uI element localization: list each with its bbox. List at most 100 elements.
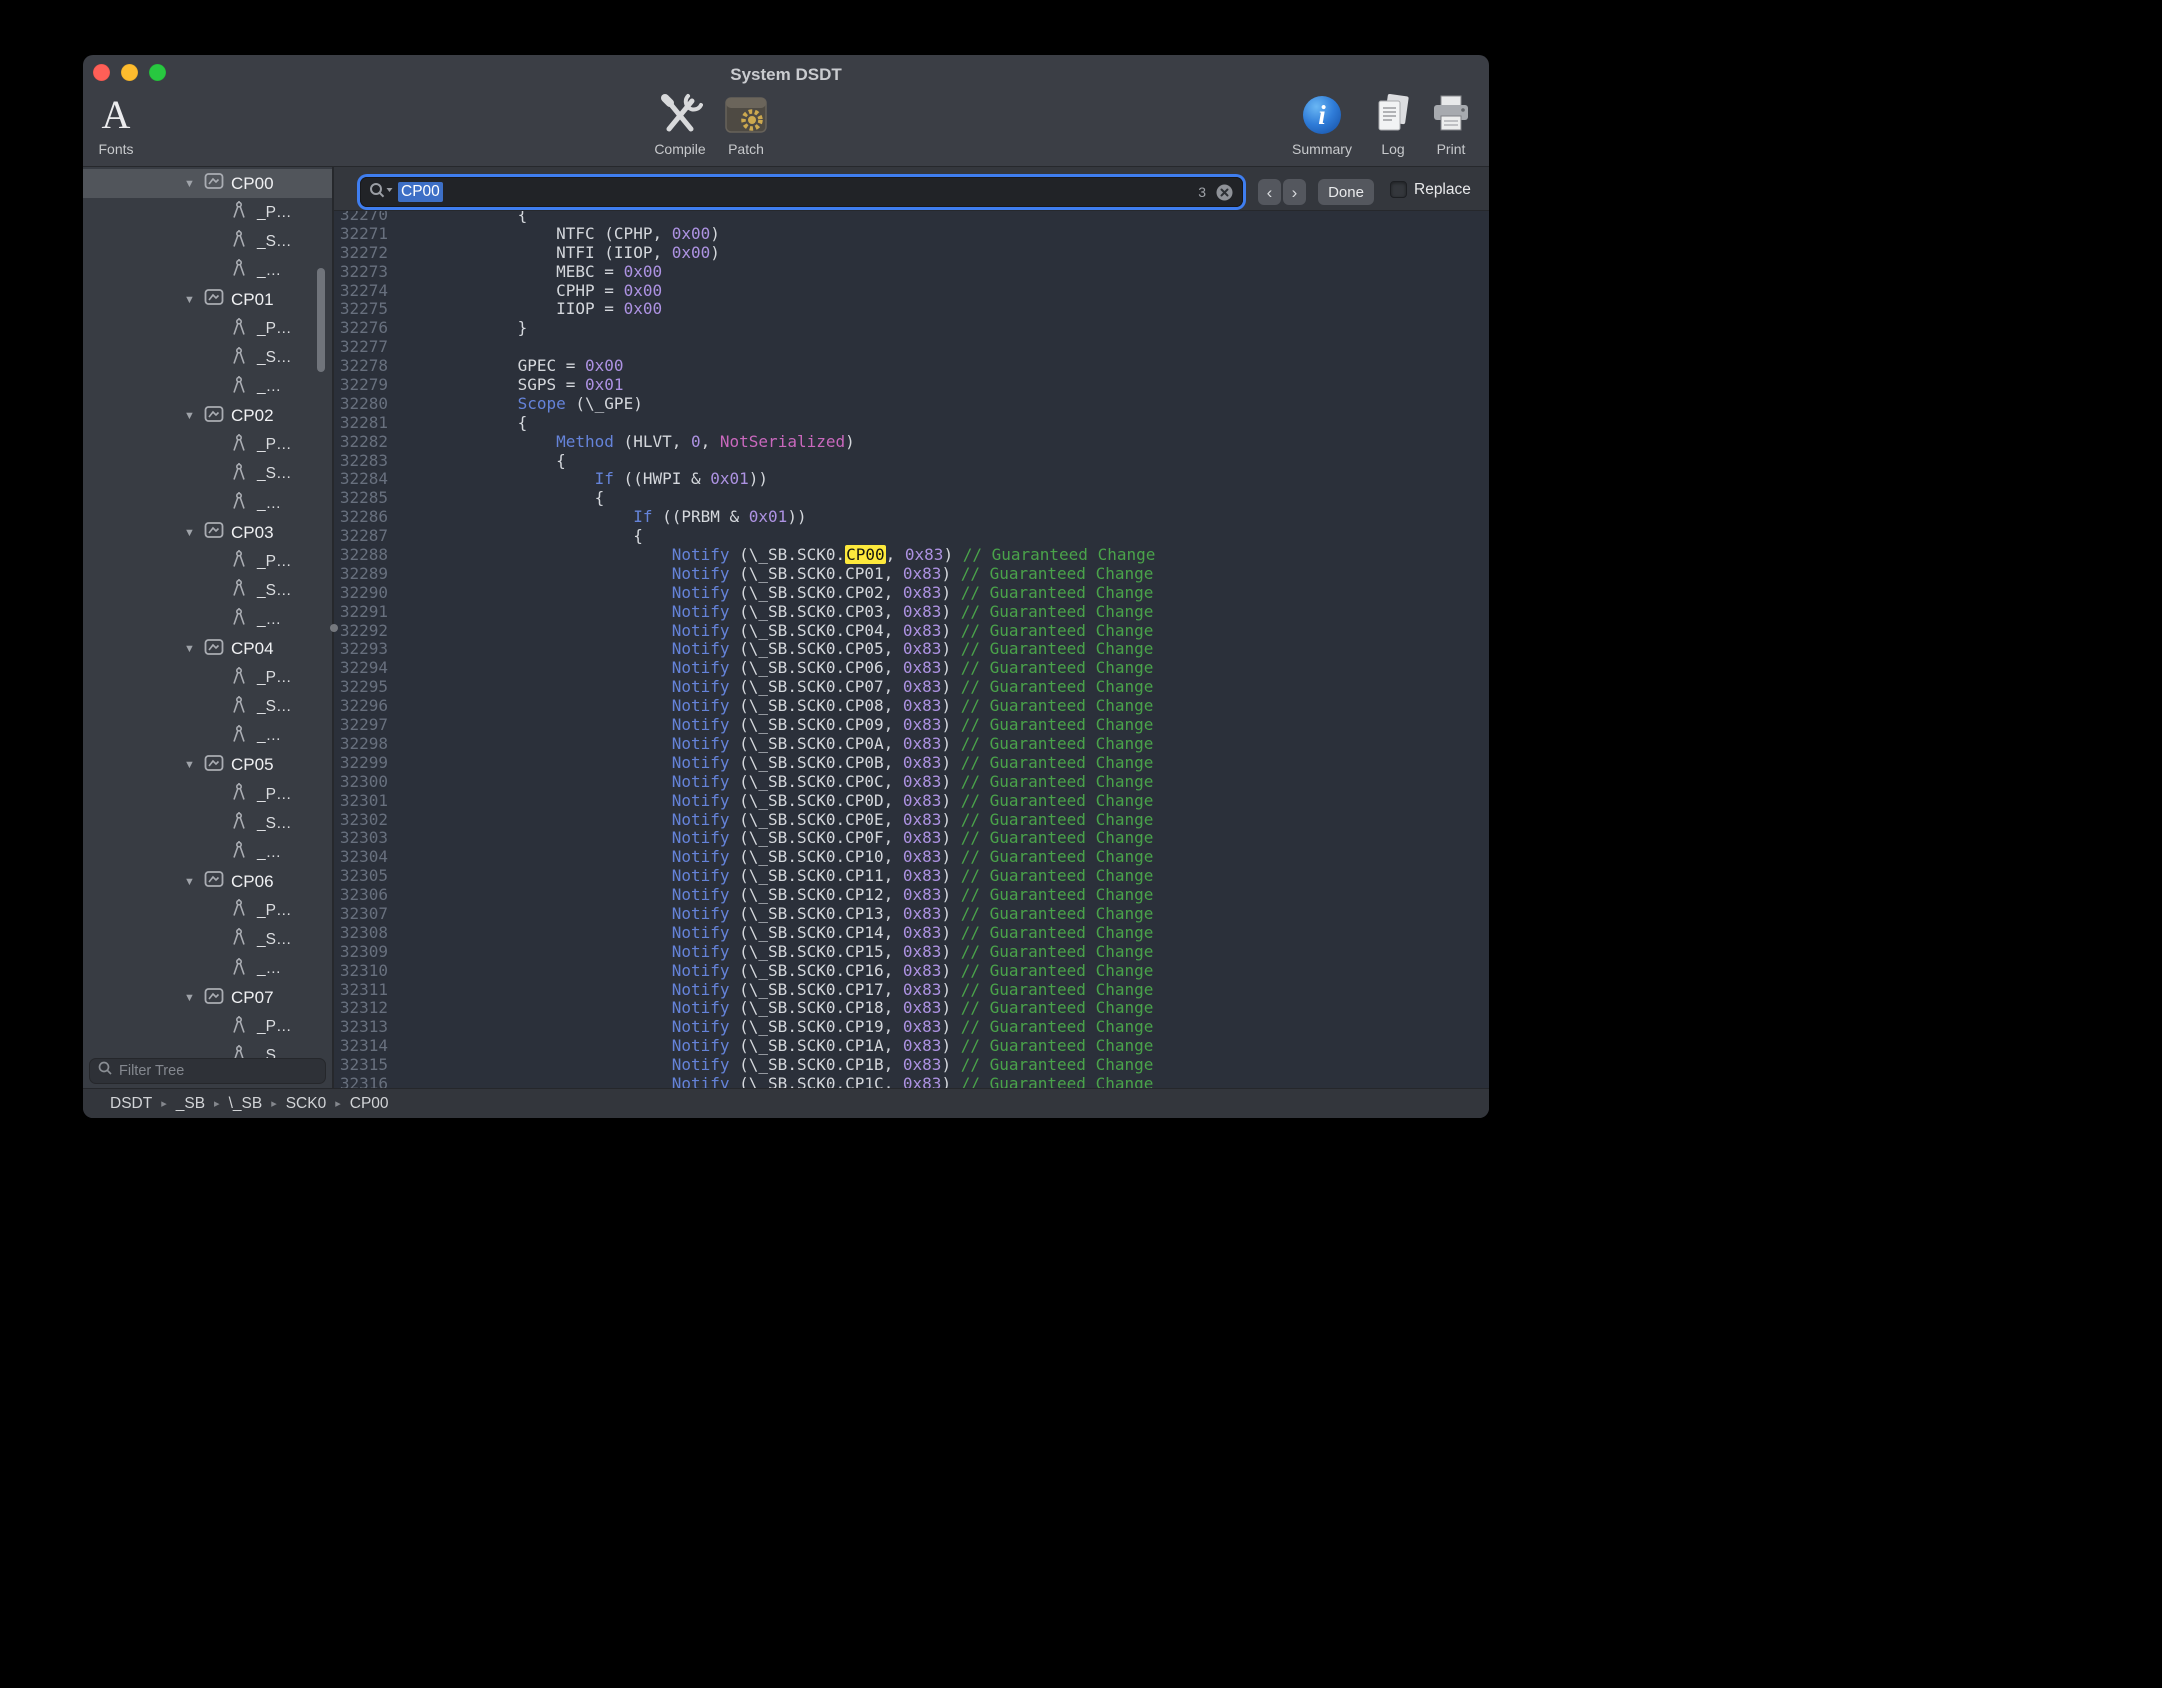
tree-item-cp03[interactable]: ▼CP03 [83, 518, 332, 547]
tree-item-cp07[interactable]: ▼CP07 [83, 984, 332, 1013]
code-line[interactable]: 32302 Notify (\_SB.SCK0.CP0E, 0x83) // G… [334, 811, 1489, 830]
code-line[interactable]: 32298 Notify (\_SB.SCK0.CP0A, 0x83) // G… [334, 735, 1489, 754]
tree-item-cp03-item[interactable]: _… [83, 605, 332, 634]
code-line[interactable]: 32285 { [334, 489, 1489, 508]
tree-item-cp01-p[interactable]: _P… [83, 314, 332, 343]
tree-item-cp04-item[interactable]: _… [83, 722, 332, 751]
breadcrumb-item-dsdt[interactable]: DSDT [110, 1095, 152, 1113]
code-line[interactable]: 32279 SGPS = 0x01 [334, 376, 1489, 395]
code-line[interactable]: 32306 Notify (\_SB.SCK0.CP12, 0x83) // G… [334, 886, 1489, 905]
tree-item-cp06-item[interactable]: _… [83, 955, 332, 984]
code-line[interactable]: 32305 Notify (\_SB.SCK0.CP11, 0x83) // G… [334, 867, 1489, 886]
disclosure-triangle-icon[interactable]: ▼ [182, 410, 197, 422]
code-line[interactable]: 32299 Notify (\_SB.SCK0.CP0B, 0x83) // G… [334, 754, 1489, 773]
disclosure-triangle-icon[interactable]: ▼ [182, 992, 197, 1004]
code-line[interactable]: 32316 Notify (\_SB.SCK0.CP1C, 0x83) // G… [334, 1075, 1489, 1088]
code-line[interactable]: 32303 Notify (\_SB.SCK0.CP0F, 0x83) // G… [334, 829, 1489, 848]
code-line[interactable]: 32278 GPEC = 0x00 [334, 357, 1489, 376]
code-line[interactable]: 32312 Notify (\_SB.SCK0.CP18, 0x83) // G… [334, 999, 1489, 1018]
code-line[interactable]: 32276 } [334, 319, 1489, 338]
code-line[interactable]: 32277 [334, 338, 1489, 357]
filter-tree-field[interactable]: Filter Tree [89, 1058, 326, 1084]
code-line[interactable]: 32314 Notify (\_SB.SCK0.CP1A, 0x83) // G… [334, 1037, 1489, 1056]
tree-item-cp05-item[interactable]: _… [83, 838, 332, 867]
tree-item-cp05-s[interactable]: _S… [83, 809, 332, 838]
code-line[interactable]: 32304 Notify (\_SB.SCK0.CP10, 0x83) // G… [334, 848, 1489, 867]
code-line[interactable]: 32286 If ((PRBM & 0x01)) [334, 508, 1489, 527]
tree-item-cp05-p[interactable]: _P… [83, 780, 332, 809]
breadcrumb-item-sb[interactable]: _SB [176, 1095, 205, 1113]
code-line[interactable]: 32293 Notify (\_SB.SCK0.CP05, 0x83) // G… [334, 640, 1489, 659]
compile-button[interactable]: Compile [644, 91, 716, 157]
code-line[interactable]: 32295 Notify (\_SB.SCK0.CP07, 0x83) // G… [334, 678, 1489, 697]
print-button[interactable]: Print [1415, 91, 1487, 157]
find-next-button[interactable]: › [1283, 179, 1306, 205]
tree-item-cp06-p[interactable]: _P… [83, 896, 332, 925]
tree-item-cp03-s[interactable]: _S… [83, 576, 332, 605]
code-line[interactable]: 32289 Notify (\_SB.SCK0.CP01, 0x83) // G… [334, 565, 1489, 584]
code-line[interactable]: 32313 Notify (\_SB.SCK0.CP19, 0x83) // G… [334, 1018, 1489, 1037]
code-line[interactable]: 32310 Notify (\_SB.SCK0.CP16, 0x83) // G… [334, 962, 1489, 981]
tree-item-cp07-p[interactable]: _P… [83, 1013, 332, 1042]
tree-item-cp02-s[interactable]: _S… [83, 460, 332, 489]
fonts-button[interactable]: A Fonts [83, 91, 152, 157]
code-line[interactable]: 32296 Notify (\_SB.SCK0.CP08, 0x83) // G… [334, 697, 1489, 716]
code-line[interactable]: 32297 Notify (\_SB.SCK0.CP09, 0x83) // G… [334, 716, 1489, 735]
code-line[interactable]: 32270 { [334, 211, 1489, 225]
summary-button[interactable]: i Summary [1286, 91, 1358, 157]
code-line[interactable]: 32292 Notify (\_SB.SCK0.CP04, 0x83) // G… [334, 622, 1489, 641]
code-line[interactable]: 32272 NTFI (IIOP, 0x00) [334, 244, 1489, 263]
clear-search-button[interactable] [1215, 183, 1234, 202]
code-line[interactable]: 32281 { [334, 414, 1489, 433]
breadcrumb-item-sb[interactable]: \_SB [229, 1095, 263, 1113]
code-line[interactable]: 32315 Notify (\_SB.SCK0.CP1B, 0x83) // G… [334, 1056, 1489, 1075]
tree-item-cp03-p[interactable]: _P… [83, 547, 332, 576]
code-line[interactable]: 32307 Notify (\_SB.SCK0.CP13, 0x83) // G… [334, 905, 1489, 924]
disclosure-triangle-icon[interactable]: ▼ [182, 759, 197, 771]
tree-item-cp04-p[interactable]: _P… [83, 664, 332, 693]
tree-item-cp00[interactable]: ▼CP00 [83, 169, 332, 198]
breadcrumb-item-sck0[interactable]: SCK0 [286, 1095, 327, 1113]
tree-item-cp02-item[interactable]: _… [83, 489, 332, 518]
code-line[interactable]: 32273 MEBC = 0x00 [334, 263, 1489, 282]
code-line[interactable]: 32288 Notify (\_SB.SCK0.CP00, 0x83) // G… [334, 546, 1489, 565]
tree-item-cp04-s[interactable]: _S… [83, 693, 332, 722]
code-line[interactable]: 32311 Notify (\_SB.SCK0.CP17, 0x83) // G… [334, 981, 1489, 1000]
code-line[interactable]: 32283 { [334, 452, 1489, 471]
code-line[interactable]: 32290 Notify (\_SB.SCK0.CP02, 0x83) // G… [334, 584, 1489, 603]
code-line[interactable]: 32294 Notify (\_SB.SCK0.CP06, 0x83) // G… [334, 659, 1489, 678]
tree-item-cp06[interactable]: ▼CP06 [83, 867, 332, 896]
sidebar-scrollbar-thumb[interactable] [317, 268, 325, 372]
patch-button[interactable]: Patch [710, 91, 782, 157]
code-line[interactable]: 32284 If ((HWPI & 0x01)) [334, 470, 1489, 489]
tree-item-cp00-item[interactable]: _… [83, 256, 332, 285]
code-line[interactable]: 32271 NTFC (CPHP, 0x00) [334, 225, 1489, 244]
code-line[interactable]: 32300 Notify (\_SB.SCK0.CP0C, 0x83) // G… [334, 773, 1489, 792]
disclosure-triangle-icon[interactable]: ▼ [182, 178, 197, 190]
code-line[interactable]: 32287 { [334, 527, 1489, 546]
tree-item-cp04[interactable]: ▼CP04 [83, 635, 332, 664]
disclosure-triangle-icon[interactable]: ▼ [182, 294, 197, 306]
code-line[interactable]: 32308 Notify (\_SB.SCK0.CP14, 0x83) // G… [334, 924, 1489, 943]
code-editor[interactable]: 32270 {32271 NTFC (CPHP, 0x00)32272 NTFI… [334, 211, 1489, 1088]
code-line[interactable]: 32291 Notify (\_SB.SCK0.CP03, 0x83) // G… [334, 603, 1489, 622]
tree-item-cp01-s[interactable]: _S… [83, 344, 332, 373]
code-line[interactable]: 32309 Notify (\_SB.SCK0.CP15, 0x83) // G… [334, 943, 1489, 962]
code-line[interactable]: 32274 CPHP = 0x00 [334, 282, 1489, 301]
tree-item-cp00-s[interactable]: _S… [83, 227, 332, 256]
code-line[interactable]: 32280 Scope (\_GPE) [334, 395, 1489, 414]
tree-item-cp00-p[interactable]: _P… [83, 198, 332, 227]
tree-item-cp06-s[interactable]: _S… [83, 925, 332, 954]
code-line[interactable]: 32282 Method (HLVT, 0, NotSerialized) [334, 433, 1489, 452]
disclosure-triangle-icon[interactable]: ▼ [182, 643, 197, 655]
replace-checkbox[interactable] [1390, 181, 1407, 198]
search-menu-icon[interactable] [369, 182, 394, 203]
disclosure-triangle-icon[interactable]: ▼ [182, 527, 197, 539]
tree-item-cp01-item[interactable]: _… [83, 373, 332, 402]
done-button[interactable]: Done [1318, 179, 1374, 205]
disclosure-triangle-icon[interactable]: ▼ [182, 876, 197, 888]
tree-item-cp02[interactable]: ▼CP02 [83, 402, 332, 431]
find-previous-button[interactable]: ‹ [1258, 179, 1281, 205]
breadcrumb-item-cp00[interactable]: CP00 [350, 1095, 389, 1113]
code-line[interactable]: 32301 Notify (\_SB.SCK0.CP0D, 0x83) // G… [334, 792, 1489, 811]
